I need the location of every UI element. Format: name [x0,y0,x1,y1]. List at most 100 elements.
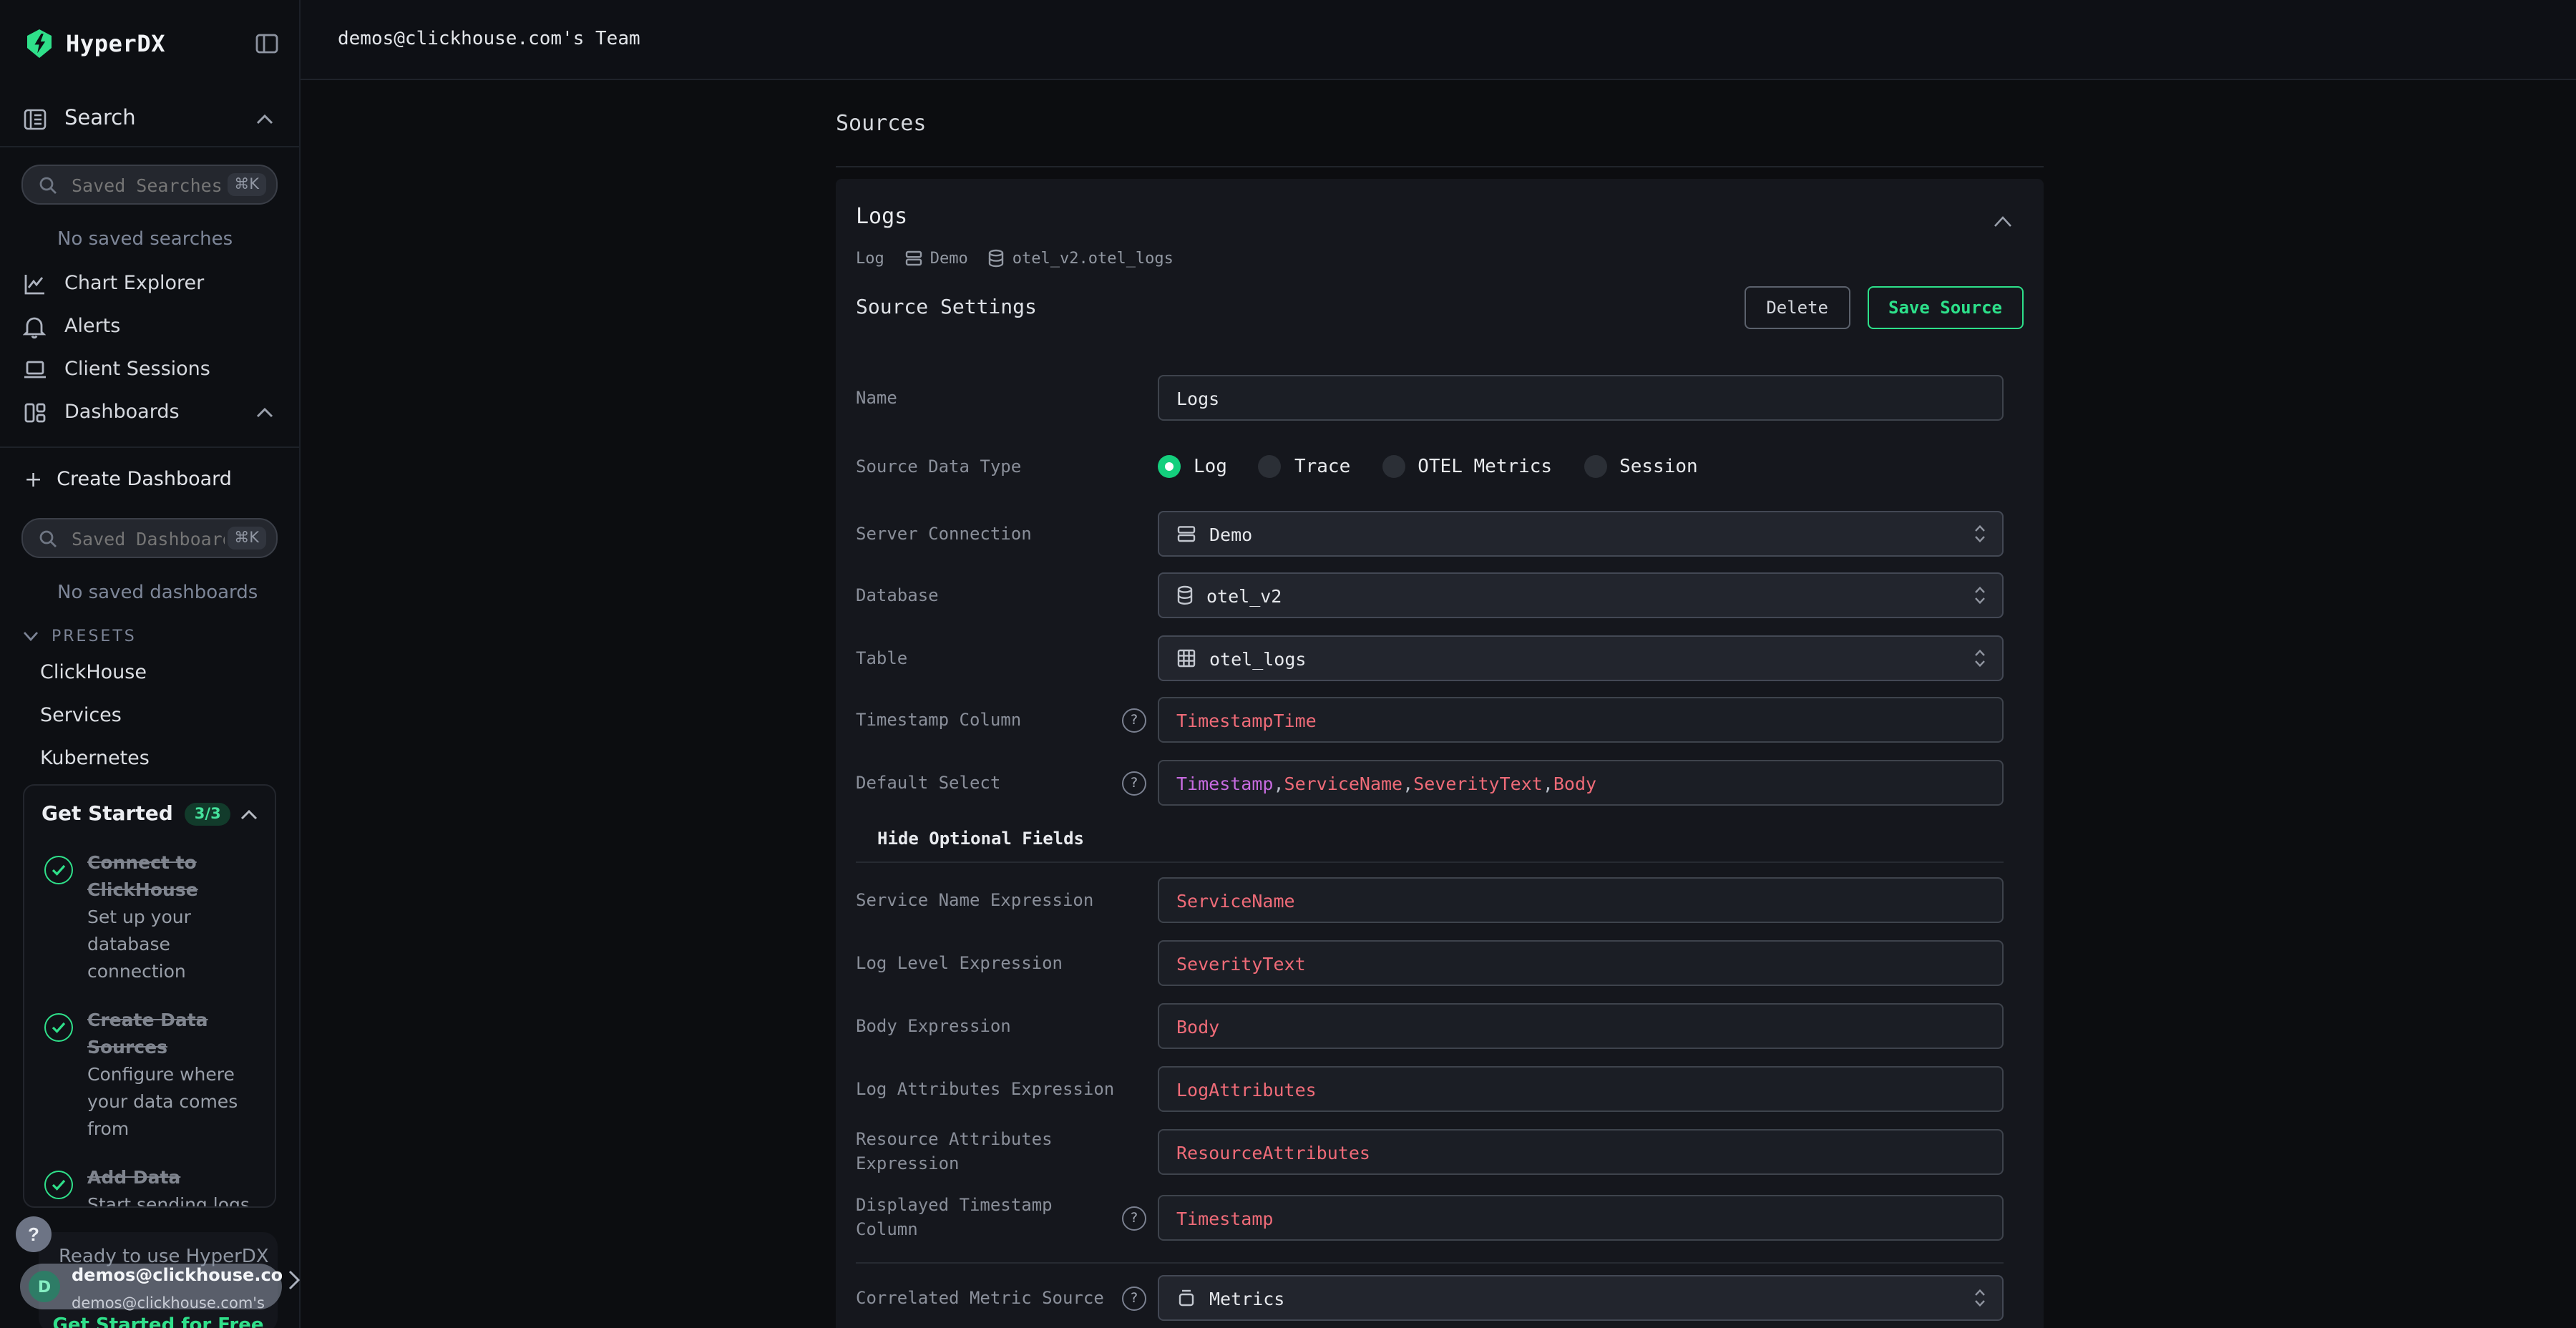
get-started-item-desc: Configure where your data comes from [87,1063,238,1139]
radio-otel-metrics[interactable]: OTEL Metrics [1382,455,1552,478]
radio-icon [1259,455,1282,478]
get-started-item-desc: Set up your database connection [87,906,191,982]
sidebar-item-alerts[interactable]: Alerts [0,305,299,348]
user-menu[interactable]: D demos@clickhouse.com demos@clickhouse.… [20,1264,282,1309]
create-dashboard-label: Create Dashboard [57,468,232,491]
database-select[interactable]: otel_v2 [1158,572,2004,618]
help-button[interactable]: ? [16,1216,52,1252]
source-meta: Log Demo otel_v2.otel_logs [856,248,2024,268]
displayed-timestamp-input[interactable]: Timestamp [1158,1195,2004,1241]
field-label: Resource Attributes Expression [856,1128,1158,1176]
source-settings-form: Name Logs Source Data Type Log [856,375,2024,1328]
field-label: Displayed Timestamp Column ? [856,1193,1158,1242]
help-icon[interactable]: ? [1122,771,1146,796]
resource-attributes-input[interactable]: ResourceAttributes [1158,1129,2004,1175]
search-icon [39,529,57,547]
no-saved-dashboards-text: No saved dashboards [57,582,299,604]
sidebar-item-search[interactable]: Search [23,104,273,133]
app-root: HyperDX Search [0,0,2576,1328]
divider [856,1262,2004,1264]
sidebar-item-chart-explorer[interactable]: Chart Explorer [0,262,299,305]
hide-optional-fields-toggle[interactable]: Hide Optional Fields [877,829,2024,849]
saved-dashboards-input[interactable] [69,526,227,550]
source-type-text: Log [856,248,884,267]
body-expression-input[interactable]: Body [1158,1003,2004,1049]
service-name-input[interactable]: ServiceName [1158,877,2004,923]
radio-trace[interactable]: Trace [1259,455,1350,478]
server-connection-select[interactable]: Demo [1158,511,2004,557]
preset-kubernetes[interactable]: Kubernetes [0,743,299,774]
field-label: Log Attributes Expression [856,1077,1158,1101]
get-started-title: Get Started [42,803,173,826]
preset-services[interactable]: Services [0,700,299,731]
get-started-item[interactable]: Connect to ClickHouse Set up your databa… [42,847,258,983]
plus-icon: + [24,467,42,492]
get-started-free-link[interactable]: Get Started for Free [39,1315,278,1328]
sidebar-item-client-sessions[interactable]: Client Sessions [0,348,299,391]
avatar: D [29,1271,60,1302]
hyperdx-logo-icon [26,28,53,58]
sidebar-item-dashboards[interactable]: Dashboards [0,391,299,434]
radio-icon [1382,455,1405,478]
field-label: Body Expression [856,1014,1158,1038]
help-icon[interactable]: ? [1122,1206,1146,1231]
search-icon [39,175,57,194]
delete-button[interactable]: Delete [1745,286,1850,329]
radio-log[interactable]: Log [1158,455,1227,478]
name-input[interactable]: Logs [1158,375,2004,421]
help-icon[interactable]: ? [1122,708,1146,733]
get-started-card: Get Started 3/3 Connect to ClickHouse Se… [23,784,276,1208]
section-title: Source Settings [856,296,1037,319]
form-row-resource-attributes: Resource Attributes Expression ResourceA… [856,1128,2024,1176]
log-attributes-input[interactable]: LogAttributes [1158,1066,2004,1112]
form-row-log-level: Log Level Expression SeverityText [856,940,2024,986]
user-team: demos@clickhouse.com's [72,1295,265,1312]
preset-clickhouse[interactable]: ClickHouse [0,657,299,688]
form-row-timestamp-column: Timestamp Column ? TimestampTime [856,697,2024,743]
save-source-button[interactable]: Save Source [1867,286,2024,329]
help-icon[interactable]: ? [1122,1286,1146,1311]
sidebar-collapse-icon[interactable] [255,31,279,55]
radio-session[interactable]: Session [1584,455,1698,478]
get-started-item[interactable]: Create Data Sources Configure where your… [42,1005,258,1141]
field-label: Timestamp Column ? [856,708,1158,732]
topbar: demos@clickhouse.com's Team [301,0,2576,80]
chevron-up-icon[interactable] [256,407,273,417]
default-select-input[interactable]: Timestamp,ServiceName,SeverityText,Body [1158,760,2004,806]
nav-label: Chart Explorer [64,272,204,295]
field-label: Server Connection [856,522,1158,546]
collapse-chevron-icon[interactable] [1994,216,2012,228]
divider [0,146,299,147]
timestamp-column-input[interactable]: TimestampTime [1158,697,2004,743]
main-area: demos@clickhouse.com's Team Sources Logs… [301,0,2576,1328]
nav-label: Client Sessions [64,358,210,381]
log-level-input[interactable]: SeverityText [1158,940,2004,986]
divider [856,861,2004,863]
server-icon [1176,524,1196,544]
source-data-type-radios: Log Trace OTEL Metrics [1158,455,1698,478]
get-started-item-title: Add Data [87,1166,180,1188]
form-row-body-expression: Body Expression Body [856,1003,2024,1049]
radio-selected-icon [1158,455,1181,478]
saved-searches-search[interactable]: ⌘K [21,165,278,205]
correlated-metric-select[interactable]: Metrics [1158,1275,2004,1321]
create-dashboard-button[interactable]: + Create Dashboard [0,458,299,501]
form-row-source-data-type: Source Data Type Log Trace [856,454,2024,479]
team-title: demos@clickhouse.com's Team [338,29,640,50]
search-section-label: Search [64,107,136,130]
sidebar-expand-chevron-icon[interactable] [288,1269,301,1291]
chevron-up-icon[interactable] [256,114,273,124]
get-started-item[interactable]: Add Data Start sending logs, metrics, or… [42,1162,258,1208]
chart-line-icon [23,271,47,296]
field-label: Default Select ? [856,771,1158,795]
saved-searches-input[interactable] [69,172,227,197]
presets-header[interactable]: PRESETS [23,627,299,645]
chevron-up-icon[interactable] [240,809,258,819]
form-row-correlated-metric: Correlated Metric Source ? Metrics [856,1275,2024,1321]
brand-name: HyperDX [66,29,165,57]
table-select[interactable]: otel_logs [1158,635,2004,681]
get-started-progress-badge: 3/3 [185,803,231,826]
page-title: Sources [836,110,2576,137]
field-label: Database [856,583,1158,607]
saved-dashboards-search[interactable]: ⌘K [21,518,278,558]
